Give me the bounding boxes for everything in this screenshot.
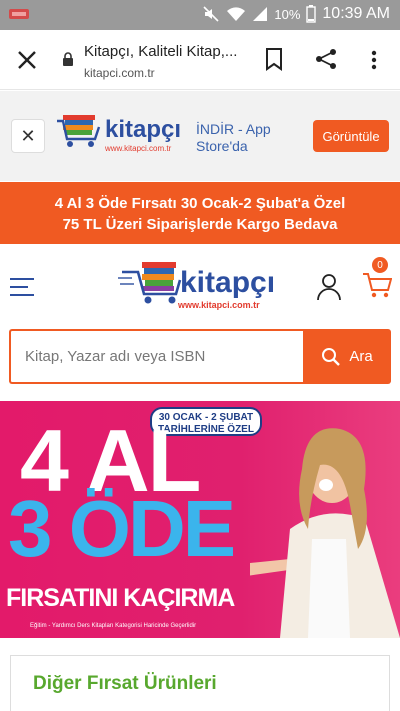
promo-strip: 4 Al 3 Öde Fırsatı 30 Ocak-2 Şubat'a Öze… xyxy=(0,182,400,244)
site-header: kitapçı www.kitapci.com.tr 0 xyxy=(0,244,400,328)
wifi-icon xyxy=(227,7,246,22)
promo-model-image xyxy=(250,428,400,638)
mute-icon xyxy=(203,6,219,22)
dismiss-banner-button[interactable]: ✕ xyxy=(11,119,45,153)
search-button-label: Ara xyxy=(349,348,373,365)
logo-url: www.kitapci.com.tr xyxy=(177,300,260,310)
battery-icon xyxy=(306,5,317,23)
logo-text: kitapçı xyxy=(105,116,181,143)
status-bar: 10% 10:39 AM xyxy=(0,0,400,30)
other-deals-section: Diğer Fırsat Ürünleri xyxy=(10,655,390,711)
bookmark-icon[interactable] xyxy=(264,47,284,71)
share-icon[interactable] xyxy=(314,47,338,71)
clock: 10:39 AM xyxy=(322,5,390,22)
search-input[interactable] xyxy=(9,329,303,384)
promo-line-1: 4 Al 3 Öde Fırsatı 30 Ocak-2 Şubat'a Öze… xyxy=(54,195,346,212)
battery-percentage: 10% xyxy=(274,6,301,22)
page-url[interactable]: kitapci.com.tr xyxy=(84,66,155,80)
hamburger-menu-icon[interactable] xyxy=(10,277,34,297)
promo-line-2: 75 TL Üzeri Siparişlerde Kargo Bedava xyxy=(62,216,338,233)
cart-count-badge: 0 xyxy=(372,257,388,273)
search-button[interactable]: Ara xyxy=(303,329,391,384)
more-options-icon[interactable] xyxy=(366,48,382,72)
site-logo[interactable]: kitapçı www.kitapci.com.tr xyxy=(118,258,288,314)
hero-cta-text: FIRSATINI KAÇIRMA xyxy=(6,584,235,612)
app-store-text: İNDİR - App Store'da xyxy=(196,121,271,154)
close-icon[interactable] xyxy=(14,47,40,73)
page-title: Kitapçı, Kaliteli Kitap,... xyxy=(84,43,238,60)
app-notification-icon xyxy=(9,9,29,19)
search-bar: Ara xyxy=(9,329,391,384)
app-install-banner: ✕ kitapçı www.kitapci.com.tr İNDİR - App… xyxy=(0,91,400,181)
view-app-button[interactable]: Görüntüle xyxy=(313,120,389,152)
status-right: 10% 10:39 AM xyxy=(202,5,390,23)
search-icon xyxy=(322,347,341,366)
hero-footnote: Eğitim - Yardımcı Ders Kitapları Kategor… xyxy=(30,623,197,629)
lock-icon xyxy=(63,52,73,66)
shopping-cart-icon[interactable] xyxy=(362,270,392,300)
kitapci-logo: kitapçı www.kitapci.com.tr xyxy=(57,115,181,153)
browser-toolbar: Kitapçı, Kaliteli Kitap,... kitapci.com.… xyxy=(0,30,400,90)
logo-url: www.kitapci.com.tr xyxy=(104,144,172,153)
hero-line-2: 3 ÖDE xyxy=(8,484,236,573)
hero-banner[interactable]: 30 OCAK - 2 ŞUBAT TARİHLERİNE ÖZEL 4 AL … xyxy=(0,401,400,638)
logo-text: kitapçı xyxy=(180,266,275,299)
section-title: Diğer Fırsat Ürünleri xyxy=(33,673,217,694)
user-account-icon[interactable] xyxy=(316,273,342,301)
signal-icon xyxy=(253,7,268,21)
